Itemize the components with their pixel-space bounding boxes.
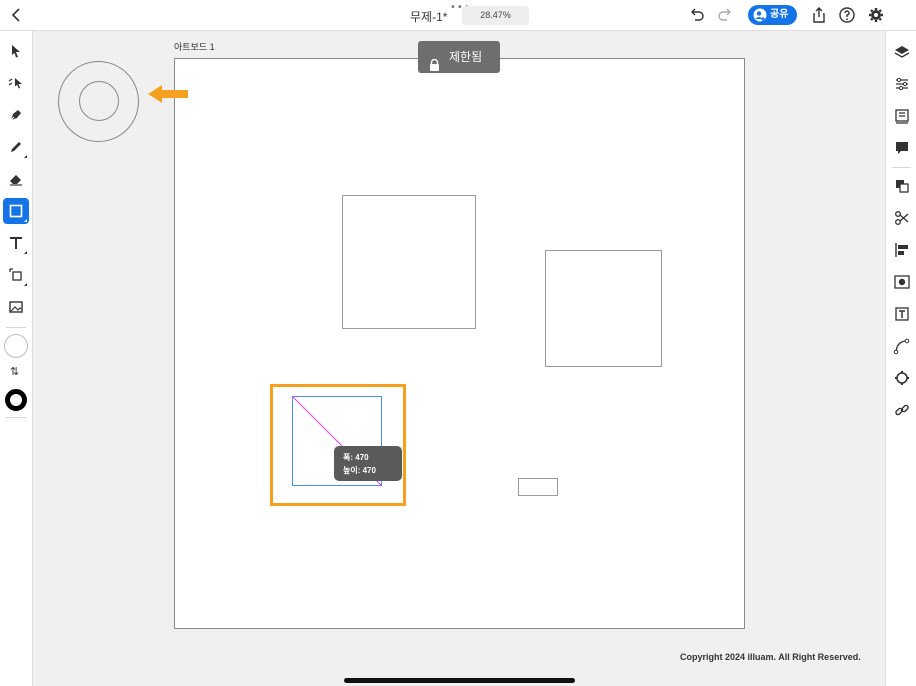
text-tool[interactable]	[3, 230, 29, 256]
link-icon[interactable]	[893, 401, 911, 419]
stroke-color-swatch[interactable]	[5, 389, 27, 411]
undo-icon[interactable]	[688, 6, 706, 24]
tooltip-width: 폭: 470	[343, 453, 369, 462]
selection-arrow-icon	[12, 45, 20, 58]
pen-tool[interactable]	[3, 102, 29, 128]
dimension-tooltip: 폭: 470 높이: 470	[334, 446, 402, 481]
artboard-label[interactable]: 아트보드 1	[174, 40, 215, 53]
submenu-corner-icon	[24, 251, 27, 254]
add-user-icon	[753, 8, 767, 22]
tooltip-height: 높이: 470	[343, 466, 376, 475]
image-tool[interactable]	[3, 294, 29, 320]
layers-icon[interactable]	[893, 43, 911, 61]
toolbar-divider	[6, 327, 26, 328]
left-toolbar: ⇅	[0, 31, 33, 686]
toolbar-divider	[892, 167, 911, 168]
share-button[interactable]: 공유	[748, 5, 797, 25]
back-chevron-icon[interactable]	[9, 6, 25, 24]
cut-scissors-icon[interactable]	[893, 209, 911, 227]
rectangle-shape[interactable]	[518, 478, 558, 496]
path-curve-icon[interactable]	[893, 337, 911, 355]
orange-arrow-icon	[148, 85, 188, 103]
rectangle-shape[interactable]	[342, 195, 476, 329]
top-bar: ••• 무제-1* 28.47% 공유	[0, 0, 916, 31]
text-t-icon	[10, 237, 22, 249]
eraser-tool[interactable]	[3, 166, 29, 192]
toolbar-divider	[6, 417, 26, 418]
direct-selection-tool[interactable]	[3, 70, 29, 96]
swap-colors-icon[interactable]: ⇅	[10, 365, 19, 378]
pencil-icon	[11, 142, 21, 152]
pen-icon	[9, 110, 21, 122]
restricted-toast: 제한됨	[418, 41, 500, 73]
rectangle-shape[interactable]	[545, 250, 662, 367]
properties-icon[interactable]	[893, 75, 911, 93]
direct-selection-icon	[8, 78, 22, 89]
libraries-icon[interactable]	[893, 107, 911, 125]
comments-icon[interactable]	[893, 139, 911, 157]
submenu-corner-icon	[24, 155, 27, 158]
selection-tool[interactable]	[3, 38, 29, 64]
fill-color-swatch[interactable]	[4, 334, 28, 358]
help-icon[interactable]	[838, 6, 856, 24]
transform-icon	[9, 268, 22, 281]
type-icon[interactable]	[893, 305, 911, 323]
pathfinder-icon[interactable]	[893, 273, 911, 291]
document-settings-icon[interactable]	[893, 369, 911, 387]
transform-tool[interactable]	[3, 262, 29, 288]
settings-gear-icon[interactable]	[867, 6, 885, 24]
export-icon[interactable]	[810, 6, 828, 24]
submenu-corner-icon	[24, 219, 27, 222]
touch-ring-inner[interactable]	[79, 81, 119, 121]
copyright-text: Copyright 2024 illuam. All Right Reserve…	[680, 652, 861, 662]
image-icon	[9, 301, 23, 313]
lock-icon	[429, 51, 440, 83]
restricted-label: 제한됨	[449, 50, 483, 64]
redo-icon[interactable]	[716, 6, 734, 24]
pencil-tool[interactable]	[3, 134, 29, 160]
document-title[interactable]: 무제-1*	[410, 8, 447, 25]
share-label: 공유	[770, 9, 789, 20]
home-indicator[interactable]	[344, 678, 575, 683]
align-icon[interactable]	[893, 241, 911, 259]
submenu-corner-icon	[24, 283, 27, 286]
rectangle-icon	[9, 204, 23, 218]
rectangle-tool[interactable]	[3, 198, 29, 224]
eraser-icon	[10, 175, 22, 186]
right-toolbar	[885, 31, 916, 686]
zoom-level[interactable]: 28.47%	[462, 6, 529, 25]
arrange-icon[interactable]	[893, 177, 911, 195]
